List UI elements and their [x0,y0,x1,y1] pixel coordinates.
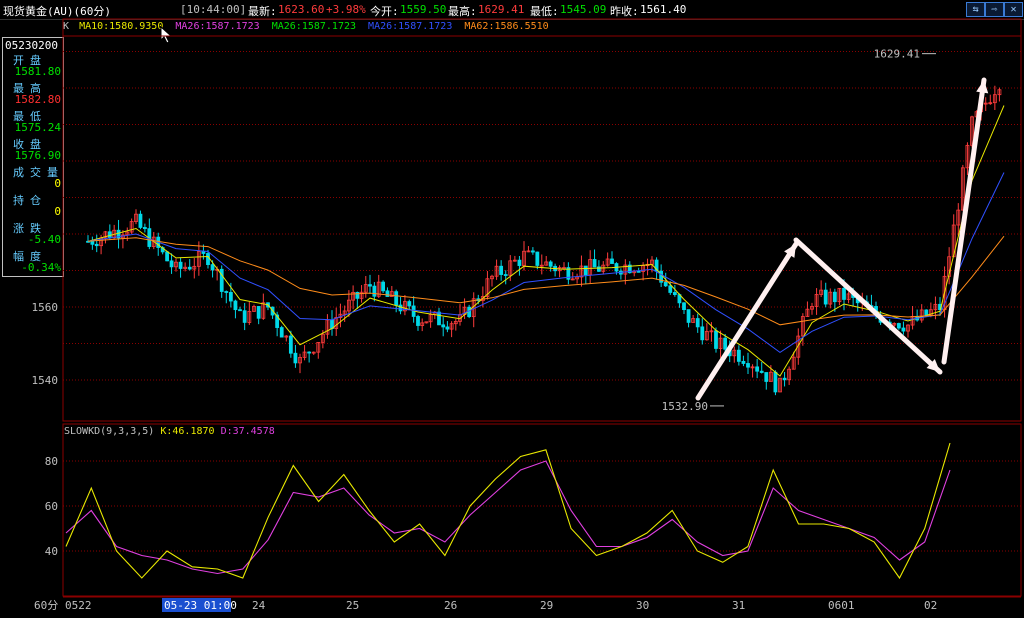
candle-body [256,306,261,319]
price-annotation: 1532.90 [662,400,708,413]
candle-body [372,285,377,297]
cursor-date-label: 05-23 01:00 [164,599,237,612]
candle-body [896,323,901,329]
kd-panel-frame [62,423,1022,597]
kd-label: SLOWKD(9,3,3,5) [64,426,155,437]
candle-body [142,227,147,230]
candle-body [398,304,403,312]
candle-body [169,260,174,268]
candle-body [206,253,210,265]
x-day-label: 31 [732,599,745,612]
candle-body [407,301,412,307]
candle-body [759,370,764,373]
candle-body [138,213,143,228]
candle-body [178,261,183,269]
candle-body [242,310,247,323]
candle-body [530,250,535,253]
period-label: 60分 [34,599,58,612]
candle-body [441,324,446,328]
candle-body [924,309,929,316]
x-day-label: 0601 [828,599,855,612]
candle-body [663,281,668,287]
candle-body [238,309,242,312]
x-day-label: 25 [346,599,359,612]
price-panel-frame [62,18,1022,422]
candle-body [741,360,746,364]
candle-body [901,327,906,332]
candle-body [686,309,691,323]
candle-body [773,371,778,393]
ma10-line [87,105,1005,377]
x-day-label: 30 [636,599,649,612]
kd-k-label: K:46.1870 [160,426,215,437]
candle-body [224,291,229,293]
candle-body [165,251,170,262]
candle-body [233,300,238,311]
candle-body [381,281,385,292]
price-annotation: 1629.41 [874,48,920,61]
candle-body [736,349,741,362]
price-tick-label: 1540 [32,374,59,387]
candle-body [385,290,390,297]
kd-tick-label: 80 [45,455,58,468]
candle-body [782,377,787,381]
drawn-arrow-up-2 [941,77,987,365]
candle-body [714,330,718,349]
candle-body [636,270,641,273]
candle-body [842,287,846,300]
candle-body [210,264,215,271]
candle-body [416,316,420,326]
kd-tick-label: 60 [45,500,58,513]
candle-body [201,251,206,254]
candle-body [288,335,293,354]
kd-tick-label: 40 [45,545,58,558]
x-day-label: 24 [252,599,266,612]
price-tick-label: 1560 [32,301,59,314]
candle-body [700,326,705,341]
candle-body [445,326,450,330]
candle-body [592,259,597,268]
candle-body [503,274,508,276]
drawn-arrow-down [793,237,943,375]
x-day-label: 02 [924,599,937,612]
candle-body [187,266,192,270]
kd-k-line [65,442,951,580]
candle-body [610,258,614,264]
kd-d-line [65,460,951,575]
candle-body [583,265,588,276]
candle-body [94,243,99,247]
x-day-label: 29 [540,599,553,612]
candle-body [228,292,233,302]
candle-body [293,352,298,364]
candle-body [307,351,312,354]
candle-body [499,265,504,275]
candle-body [368,284,372,287]
candle-body [668,285,673,293]
candle-body [394,291,399,306]
drawn-arrow-up-1 [695,241,799,401]
price-chart[interactable]: 1540 1560 1629.41 1532.90 40 60 80 60分 0522 24 25 2… [0,0,1024,618]
candle-body [695,318,700,328]
candle-body [90,241,95,245]
candle-body [517,259,522,266]
candle-body [755,366,760,372]
kd-d-label: D:37.4578 [220,426,275,437]
candle-body [723,337,728,350]
candle-body [764,372,769,382]
candle-body [672,292,677,295]
candle-body [746,363,750,368]
candle-body [682,302,686,311]
candle-body [279,327,284,338]
candle-body [437,311,441,326]
kd-legend: SLOWKD(9,3,3,5) K:46.1870 D:37.4578 [64,426,275,437]
x-day-label: 26 [444,599,457,612]
candle-body [219,268,224,292]
candle-body [548,261,553,267]
candle-body [535,251,540,266]
candle-body [832,291,837,303]
x-day-label: 0522 [65,599,92,612]
candle-body [823,289,828,305]
